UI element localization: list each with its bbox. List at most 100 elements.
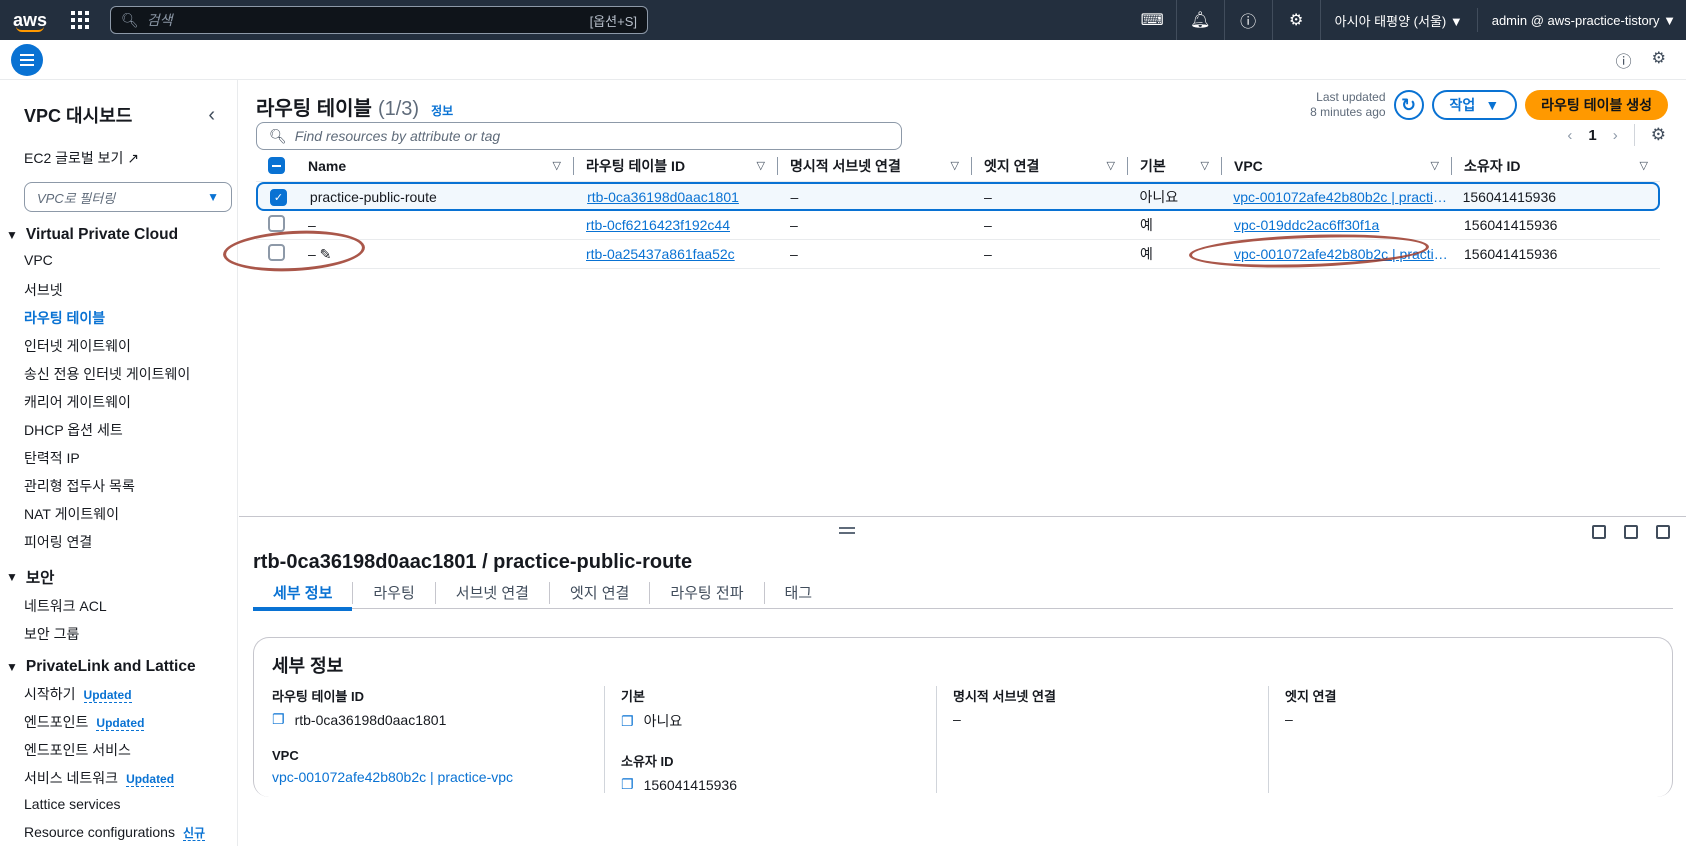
menu-icon[interactable]: [11, 43, 43, 76]
rtb-value: rtb-0ca36198d0aac1801: [294, 711, 447, 728]
table-row[interactable]: – rtb-0cf6216423f192c44 – – 예 vpc-019ddc…: [256, 211, 1660, 240]
sidebar-item-endpoint-services[interactable]: 엔드포인트 서비스: [24, 740, 237, 760]
caret-down-icon: ▼: [1485, 97, 1500, 113]
cell-route-table-id-link[interactable]: rtb-0a25437a861faa52c: [574, 246, 778, 262]
panel-close-icon[interactable]: [1656, 525, 1670, 539]
cell-route-table-id-link[interactable]: rtb-0ca36198d0aac1801: [575, 189, 778, 205]
resize-handle-icon[interactable]: [839, 527, 855, 537]
panel-bottom-icon[interactable]: [1592, 525, 1606, 539]
help-icon[interactable]: ⓘ: [1225, 0, 1273, 40]
sidebar-item-internet-gateways[interactable]: 인터넷 게이트웨이: [24, 336, 237, 356]
column-owner-id[interactable]: 소유자 ID ▽: [1452, 150, 1660, 181]
tab-tags[interactable]: 태그: [765, 582, 833, 604]
global-search-input[interactable]: 🔍︎ 검색 [옵션+S]: [110, 6, 648, 34]
sidebar-item-vpc[interactable]: VPC: [24, 252, 237, 272]
updated-badge: Updated: [126, 772, 175, 787]
column-subnet-associations[interactable]: 명시적 서브넷 연결 ▽: [778, 150, 972, 181]
sidebar-item-dhcp-option-sets[interactable]: DHCP 옵션 세트: [24, 420, 237, 440]
sidebar-item-managed-prefix-lists[interactable]: 관리형 접두사 목록: [24, 476, 237, 496]
tab-edge-associations[interactable]: 엣지 연결: [550, 581, 651, 604]
owner-value: 156041415936: [643, 776, 737, 793]
column-vpc[interactable]: VPC ▽: [1222, 150, 1452, 181]
copy-icon[interactable]: ❐: [621, 713, 634, 730]
settings-icon[interactable]: ⚙: [1652, 48, 1666, 72]
section-privatelink[interactable]: ▼ PrivateLink and Lattice: [6, 658, 237, 676]
row-checkbox[interactable]: [268, 215, 285, 232]
detail-tabs: 세부 정보 라우팅 서브넷 연결 엣지 연결 라우팅 전파 태그: [253, 577, 1673, 611]
ec2-global-view-link[interactable]: EC2 글로벌 보기 ↗: [24, 148, 237, 168]
cell-main: 아니요: [1139, 188, 1179, 205]
vpc-value-link[interactable]: vpc-001072afe42b80b2c | practice-vpc: [272, 769, 513, 785]
subnet-value: –: [953, 711, 961, 727]
sidebar-item-peering-connections[interactable]: 피어링 연결: [24, 532, 237, 552]
select-all-checkbox[interactable]: [268, 157, 285, 174]
cell-vpc-link[interactable]: vpc-001072afe42b80b2c | practice-vpc: [1222, 246, 1452, 262]
column-route-table-id[interactable]: 라우팅 테이블 ID ▽: [574, 150, 778, 181]
account-menu[interactable]: admin @ aws-practice-tistory ▼: [1478, 8, 1686, 32]
row-checkbox[interactable]: ✓: [270, 188, 287, 206]
detail-split-panel: rtb-0ca36198d0aac1801 / practice-public-…: [239, 516, 1686, 846]
updated-badge: Updated: [83, 688, 132, 703]
create-route-table-button[interactable]: 라우팅 테이블 생성: [1525, 90, 1668, 120]
sidebar-item-carrier-gateways[interactable]: 캐리어 게이트웨이: [24, 392, 237, 412]
subnet-label: 명시적 서브넷 연결: [953, 689, 1056, 704]
cell-subnet: –: [790, 217, 798, 233]
sidebar-item-network-acls[interactable]: 네트워크 ACL: [24, 596, 237, 616]
copy-icon[interactable]: ❐: [621, 776, 634, 793]
page-number[interactable]: 1: [1588, 127, 1596, 144]
sidebar-item-egress-only-gateways[interactable]: 송신 전용 인터넷 게이트웨이: [24, 364, 237, 384]
tab-details[interactable]: 세부 정보: [253, 581, 354, 611]
sidebar-item-getting-started[interactable]: 시작하기 Updated: [24, 684, 237, 704]
panel-side-icon[interactable]: [1624, 525, 1638, 539]
sidebar-item-resource-configurations[interactable]: Resource configurations 신규: [24, 824, 237, 844]
sidebar-item-endpoints[interactable]: 엔드포인트 Updated: [24, 712, 237, 732]
info-link[interactable]: 정보: [431, 102, 453, 119]
tab-routes[interactable]: 라우팅: [353, 581, 436, 604]
cell-name: practice-public-route: [309, 188, 437, 205]
sidebar-item-lattice-services[interactable]: Lattice services: [24, 796, 237, 816]
table-row[interactable]: ✓ practice-public-route rtb-0ca36198d0aa…: [256, 182, 1660, 211]
column-main[interactable]: 기본 ▽: [1128, 150, 1222, 181]
services-grid-icon[interactable]: [60, 0, 100, 40]
sidebar-item-route-tables[interactable]: 라우팅 테이블: [24, 308, 237, 328]
row-checkbox[interactable]: [268, 244, 285, 261]
sidebar-item-nat-gateways[interactable]: NAT 게이트웨이: [24, 504, 237, 524]
actions-button[interactable]: 작업 ▼: [1431, 90, 1518, 120]
tab-route-propagation[interactable]: 라우팅 전파: [650, 581, 765, 604]
table-row[interactable]: – ✎ rtb-0a25437a861faa52c – – 예 vpc-0010…: [256, 240, 1660, 269]
section-security[interactable]: ▼ 보안: [6, 566, 237, 588]
find-resources-input[interactable]: 🔍︎ Find resources by attribute or tag: [256, 122, 902, 150]
sidebar-item-subnets[interactable]: 서브넷: [24, 280, 237, 300]
cell-vpc-link[interactable]: vpc-019ddc2ac6ff30f1a: [1222, 217, 1452, 233]
copy-icon[interactable]: ❐: [272, 711, 285, 728]
next-page-icon[interactable]: ›: [1613, 127, 1618, 144]
collapse-sidebar-icon[interactable]: ‹: [208, 104, 215, 127]
page-title: 라우팅 테이블: [256, 98, 372, 120]
sidebar-item-service-networks[interactable]: 서비스 네트워크 Updated: [24, 768, 237, 788]
cell-name-editable[interactable]: – ✎: [296, 246, 574, 263]
section-virtual-private-cloud[interactable]: ▼ Virtual Private Cloud: [6, 226, 237, 244]
gear-icon[interactable]: ⚙: [1273, 0, 1321, 40]
sidebar-item-elastic-ips[interactable]: 탄력적 IP: [24, 448, 237, 468]
cell-vpc-link[interactable]: vpc-001072afe42b80b2c | practice-vpc: [1221, 189, 1450, 205]
top-navigation: aws 🔍︎ 검색 [옵션+S] ⌨ 🔔︎ ⓘ ⚙ 아시아 태평양 (서울) ▼…: [0, 0, 1686, 40]
column-name[interactable]: Name ▽: [296, 150, 574, 181]
sort-icon: ▽: [1430, 160, 1439, 172]
aws-logo[interactable]: aws: [0, 0, 60, 40]
bell-icon[interactable]: 🔔︎: [1177, 0, 1225, 40]
table-preferences-icon[interactable]: ⚙: [1651, 125, 1666, 145]
column-edge-associations[interactable]: 엣지 연결 ▽: [972, 150, 1128, 181]
vpc-filter-select[interactable]: VPC로 필터링 ▼: [24, 182, 232, 212]
cloudshell-icon[interactable]: ⌨: [1129, 0, 1177, 40]
refresh-button[interactable]: ↻: [1393, 90, 1424, 120]
prev-page-icon[interactable]: ‹: [1567, 127, 1572, 144]
region-selector[interactable]: 아시아 태평양 (서울) ▼: [1321, 8, 1478, 32]
cell-route-table-id-link[interactable]: rtb-0cf6216423f192c44: [574, 217, 778, 233]
sidebar-item-security-groups[interactable]: 보안 그룹: [24, 624, 237, 644]
tab-subnet-associations[interactable]: 서브넷 연결: [436, 581, 550, 604]
sidebar-title[interactable]: VPC 대시보드: [24, 102, 132, 128]
info-icon[interactable]: ⓘ: [1616, 48, 1632, 72]
card-title: 세부 정보: [272, 656, 344, 676]
sort-icon: ▽: [1106, 160, 1115, 172]
cell-subnet: –: [790, 246, 798, 262]
